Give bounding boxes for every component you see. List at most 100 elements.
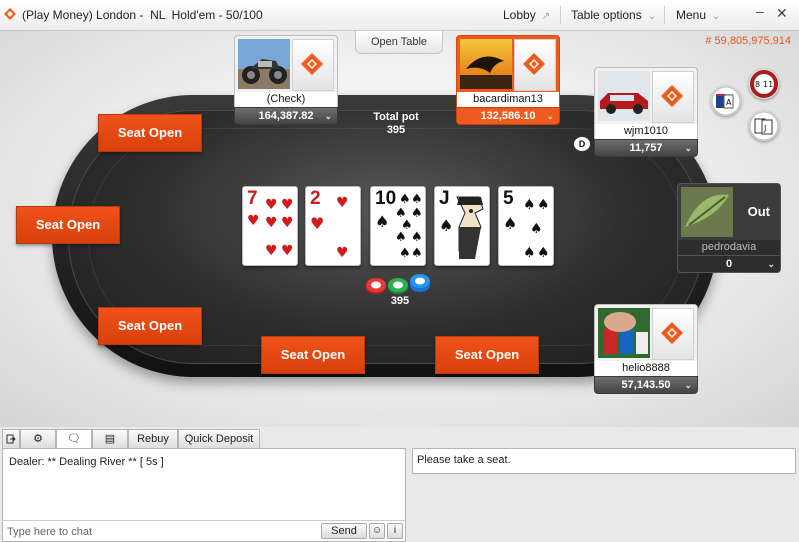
- svg-text:♥: ♥: [265, 243, 278, 259]
- table-options-label: Table options: [571, 8, 642, 22]
- emoticon-icon[interactable]: ☺: [369, 523, 385, 539]
- chevron-down-icon[interactable]: ⌄: [767, 256, 775, 272]
- svg-text:♥: ♥: [265, 197, 278, 213]
- svg-text:♠: ♠: [530, 221, 543, 237]
- player-stack-value: 132,586.10: [480, 110, 536, 122]
- scores-8-11-icon[interactable]: 8 11: [749, 69, 779, 99]
- total-pot: Total pot 395: [360, 111, 432, 137]
- svg-text:♠: ♠: [399, 246, 411, 261]
- total-pot-value: 395: [386, 124, 406, 136]
- svg-text:A: A: [726, 98, 732, 107]
- player-name: helio8888: [594, 361, 698, 376]
- player-photo-row: [594, 304, 698, 361]
- svg-text:♠: ♠: [537, 197, 550, 213]
- player-stack-value: 11,757: [629, 142, 663, 154]
- svg-text:♠: ♠: [411, 230, 423, 245]
- chevron-down-icon: ⌄: [647, 11, 657, 22]
- jack-face-icon: ♠: [439, 196, 484, 259]
- svg-text:11: 11: [763, 80, 773, 89]
- tab-chat[interactable]: 🗨: [56, 429, 92, 449]
- avatar: [460, 39, 512, 89]
- pot-chips-amount: 395: [390, 295, 410, 307]
- player-stack-value: 0: [725, 258, 733, 270]
- player-photo-row: [234, 35, 338, 92]
- avatar: [681, 187, 733, 237]
- play-money-balance: # 59,805,975,914: [705, 35, 791, 47]
- partypoker-logo-icon: [292, 39, 334, 91]
- avatar: [598, 71, 650, 121]
- seat-open-button[interactable]: Seat Open: [261, 336, 365, 374]
- player-seat[interactable]: wjm1010 11,757 ⌄: [594, 67, 698, 157]
- chevron-down-icon[interactable]: ⌄: [546, 108, 554, 124]
- chat-input[interactable]: [5, 523, 319, 540]
- avatar: [598, 308, 650, 358]
- player-name: pedrodavia: [677, 240, 781, 255]
- chevron-down-icon[interactable]: ⌄: [684, 377, 692, 393]
- player-seat[interactable]: helio8888 57,143.50 ⌄: [594, 304, 698, 394]
- tab-rebuy[interactable]: Rebuy: [128, 429, 178, 449]
- status-message: Please take a seat.: [417, 454, 511, 466]
- avatar: [238, 39, 290, 89]
- table-options-menu[interactable]: Table options ⌄: [571, 8, 656, 22]
- player-seat[interactable]: (Check) 164,387.82 ⌄: [234, 35, 338, 125]
- window-title: (Play Money) London - NL Hold'em - 50/10…: [22, 8, 263, 22]
- status-panel: Please take a seat.: [412, 448, 796, 474]
- partypoker-logo-icon: [4, 8, 16, 20]
- seat-open-button[interactable]: Seat Open: [435, 336, 539, 374]
- pot-chips-icon: [366, 274, 430, 294]
- poker-cards-icon[interactable]: J: [749, 111, 779, 141]
- community-card: 10 ♠ ♠ ♠ ♠ ♠ ♠ ♠ ♠ ♠ ♠: [370, 186, 426, 266]
- svg-text:♥: ♥: [336, 195, 349, 211]
- chevron-down-icon[interactable]: ⌄: [684, 140, 692, 156]
- document-icon: ▤: [104, 433, 116, 445]
- chat-message: Dealer: ** Dealing River ** [ 5s ]: [9, 456, 164, 468]
- tab-hand-history[interactable]: ▤: [92, 429, 128, 449]
- partypoker-logo-icon: [514, 39, 556, 91]
- player-stack: 11,757 ⌄: [594, 139, 698, 157]
- player-seat-active[interactable]: bacardiman13 132,586.10 ⌄: [456, 35, 560, 125]
- close-icon[interactable]: ✕: [776, 5, 788, 22]
- spades-suit-icon: ♠ ♠ ♠ ♠ ♠ ♠♠ ♠ ♠ ♠: [375, 192, 423, 261]
- poker-table-area: # 59,805,975,914 Open Table Total pot 39…: [0, 31, 799, 427]
- player-name: wjm1010: [594, 124, 698, 139]
- seat-open-button[interactable]: Seat Open: [16, 206, 120, 244]
- svg-text:♥: ♥: [336, 245, 349, 261]
- send-button[interactable]: Send: [321, 523, 367, 539]
- player-stack-value: 57,143.50: [621, 379, 671, 391]
- info-button[interactable]: i: [387, 523, 403, 539]
- svg-text:♠: ♠: [439, 216, 453, 235]
- svg-text:♠: ♠: [411, 206, 423, 221]
- seat-open-button[interactable]: Seat Open: [98, 307, 202, 345]
- player-seat-out[interactable]: Out pedrodavia 0 ⌄: [677, 183, 781, 273]
- gear-icon: ⚙: [33, 433, 43, 445]
- svg-text:♥: ♥: [281, 197, 294, 213]
- svg-text:♠: ♠: [399, 192, 411, 207]
- tab-settings[interactable]: ⚙: [20, 429, 56, 449]
- svg-text:♠: ♠: [523, 197, 536, 213]
- community-card: 2 ♥ ♥ ♥: [305, 186, 361, 266]
- menu-label: Menu: [676, 8, 707, 22]
- player-stack: 57,143.50 ⌄: [594, 376, 698, 394]
- player-status-out: Out: [747, 204, 770, 219]
- lobby-menu[interactable]: Lobby ↗: [503, 8, 550, 22]
- exit-icon: [6, 434, 16, 444]
- poker-flag-aces-icon[interactable]: A: [711, 86, 741, 116]
- partypoker-logo-icon: [652, 308, 694, 360]
- chevron-down-icon[interactable]: ⌄: [324, 108, 332, 124]
- player-photo-row: [456, 35, 560, 92]
- svg-text:♥: ♥: [281, 215, 294, 231]
- main-menu[interactable]: Menu ⌄: [676, 8, 720, 22]
- external-arrow-icon: ↗: [541, 11, 551, 22]
- svg-text:8: 8: [755, 80, 760, 89]
- partypoker-logo-icon: [652, 71, 694, 123]
- tab-quick-deposit[interactable]: Quick Deposit: [178, 429, 260, 449]
- chat-panel: Dealer: ** Dealing River ** [ 5s ] Send …: [2, 448, 406, 542]
- tab-leave-table[interactable]: [2, 429, 20, 449]
- chat-bubble-icon: 🗨: [67, 433, 81, 445]
- chat-input-row: Send ☺ i: [3, 520, 405, 541]
- seat-open-button[interactable]: Seat Open: [98, 114, 202, 152]
- dealer-button: D: [573, 136, 591, 152]
- open-table-tab[interactable]: Open Table: [355, 31, 443, 54]
- menu-separator: [664, 6, 665, 24]
- minimize-icon[interactable]: –: [756, 3, 764, 19]
